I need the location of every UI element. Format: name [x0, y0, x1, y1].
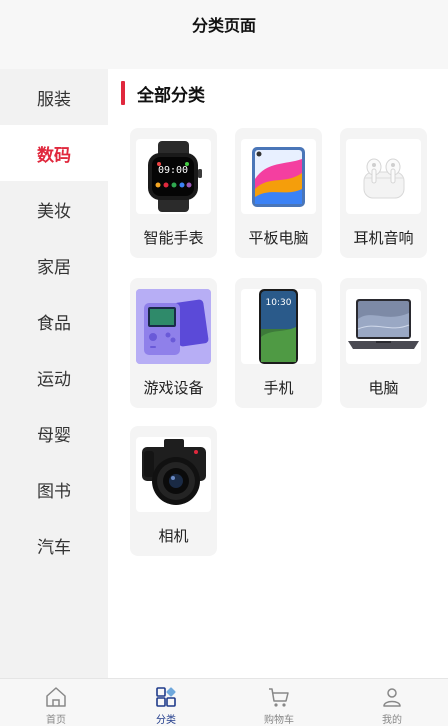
tab-label: 首页 — [46, 715, 66, 726]
category-label: 电脑 — [368, 379, 399, 397]
header: 分类页面 — [0, 0, 448, 69]
sidebar-item-cars[interactable]: 汽车 — [0, 517, 108, 573]
sidebar-item-clothing[interactable]: 服装 — [0, 69, 108, 125]
category-sidebar: 服装 数码 美妆 家居 食品 运动 母婴 图书 汽车 — [0, 69, 108, 678]
game-console-icon — [136, 289, 211, 364]
category-icon — [110, 685, 222, 709]
sidebar-item-home[interactable]: 家居 — [0, 237, 108, 293]
camera-icon — [136, 437, 211, 512]
category-label: 游戏设备 — [143, 379, 204, 397]
tab-category[interactable]: 分类 — [110, 679, 222, 726]
category-label: 耳机音响 — [353, 229, 414, 247]
section-header: 全部分类 — [121, 81, 205, 106]
sidebar-item-baby[interactable]: 母婴 — [0, 405, 108, 461]
section-title: 全部分类 — [137, 85, 205, 106]
profile-icon — [336, 685, 448, 709]
smartwatch-icon: 09:00 — [136, 139, 211, 214]
tab-cart[interactable]: 购物车 — [223, 679, 335, 726]
phone-icon: 10:30 — [241, 289, 316, 364]
category-label: 智能手表 — [143, 229, 204, 247]
category-card-camera[interactable]: 相机 — [130, 426, 217, 556]
category-label: 平板电脑 — [248, 229, 309, 247]
tab-label: 购物车 — [264, 715, 294, 726]
category-card-tablet[interactable]: 平板电脑 — [235, 128, 322, 258]
tab-label: 分类 — [156, 715, 176, 726]
tab-label: 我的 — [382, 715, 402, 726]
earbuds-icon — [346, 139, 421, 214]
category-card-laptop[interactable]: 电脑 — [340, 278, 427, 408]
cart-icon — [223, 685, 335, 709]
tab-profile[interactable]: 我的 — [336, 679, 448, 726]
home-icon — [0, 685, 112, 709]
category-card-earbuds[interactable]: 耳机音响 — [340, 128, 427, 258]
category-content: 全部分类 09:00 智能手表 平板电脑 耳机音响 游戏设备 10:30 手机 … — [108, 69, 448, 678]
category-card-phone[interactable]: 10:30 手机 — [235, 278, 322, 408]
laptop-icon — [346, 289, 421, 364]
section-accent-bar — [121, 81, 125, 105]
category-label: 手机 — [263, 379, 294, 397]
sidebar-item-beauty[interactable]: 美妆 — [0, 181, 108, 237]
sidebar-item-sports[interactable]: 运动 — [0, 349, 108, 405]
page-title: 分类页面 — [191, 16, 256, 35]
tablet-icon — [241, 139, 316, 214]
sidebar-item-books[interactable]: 图书 — [0, 461, 108, 517]
sidebar-item-food[interactable]: 食品 — [0, 293, 108, 349]
category-card-game-device[interactable]: 游戏设备 — [130, 278, 217, 408]
svg-text:10:30: 10:30 — [266, 298, 292, 308]
sidebar-item-digital[interactable]: 数码 — [0, 125, 108, 181]
svg-text:09:00: 09:00 — [158, 165, 188, 176]
category-label: 相机 — [158, 527, 189, 545]
tab-home[interactable]: 首页 — [0, 679, 112, 726]
category-card-smartwatch[interactable]: 09:00 智能手表 — [130, 128, 217, 258]
bottom-tab-bar: 首页 分类 购物车 我的 — [0, 678, 448, 726]
